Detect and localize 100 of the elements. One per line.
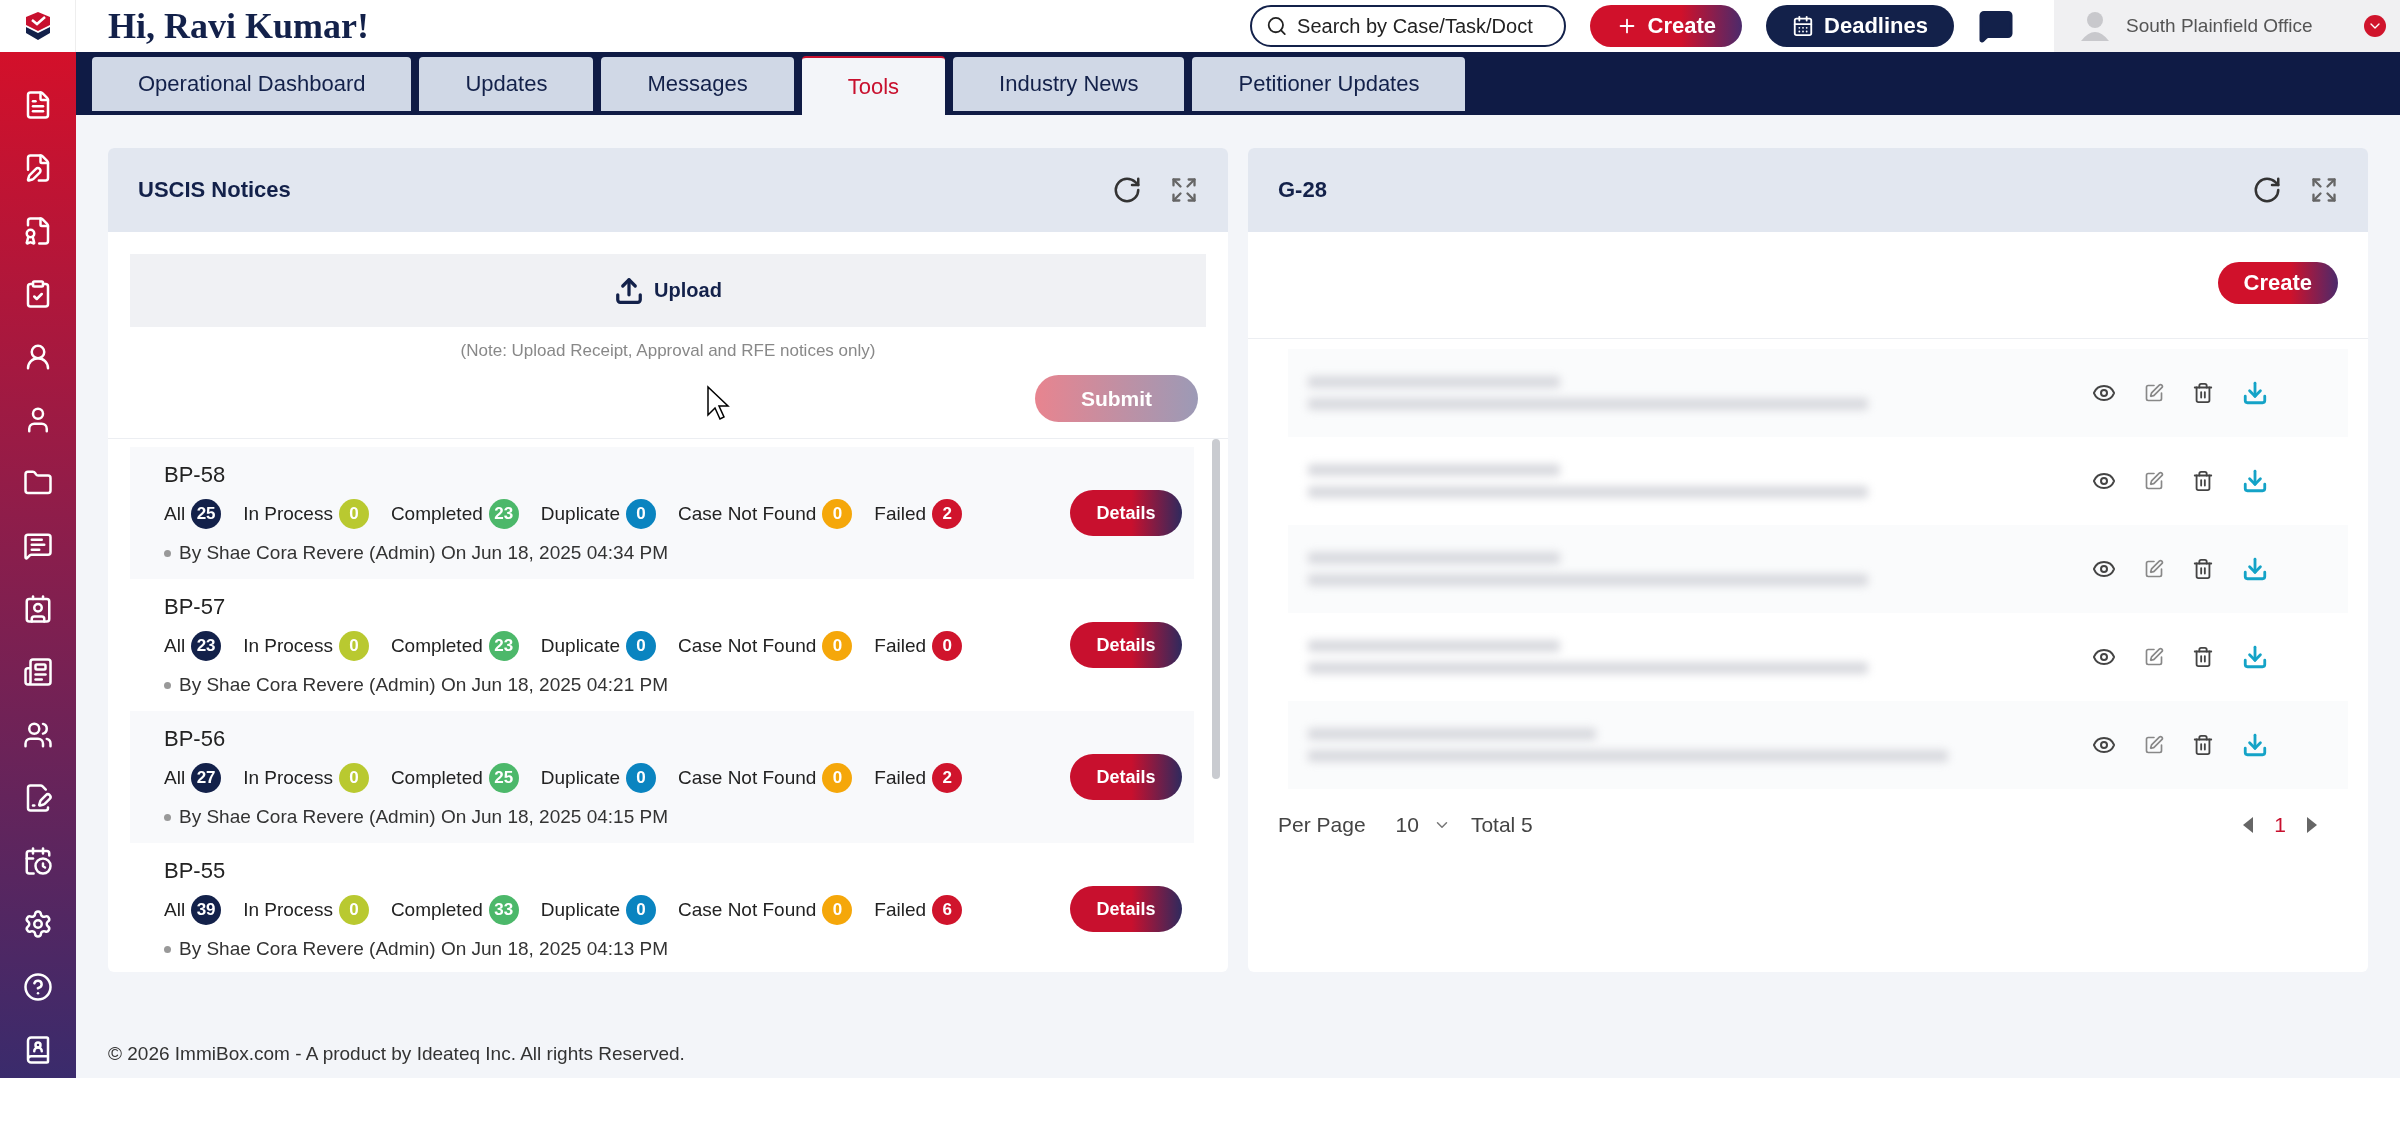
create-button[interactable]: Create	[2217, 262, 2338, 304]
count-badge: 23	[488, 499, 519, 529]
expand-icon[interactable]	[1170, 176, 1198, 204]
count-badge: 0	[338, 895, 369, 925]
batch-author-date: By Shae Cora Revere (Admin) On Jun 18, 2025 04:13 PM	[179, 938, 668, 961]
previous-page-icon[interactable]	[2242, 816, 2255, 834]
download-icon[interactable]	[2242, 380, 2268, 406]
edit-icon[interactable]	[2144, 647, 2164, 667]
count-label: Case Not Found	[678, 899, 817, 921]
chat-icon[interactable]	[1978, 8, 2014, 44]
count-badge: 0	[822, 763, 853, 793]
deadlines-button[interactable]: Deadlines	[1766, 5, 1954, 47]
batch-name: BP-58	[164, 461, 227, 488]
avatar-icon	[2078, 9, 2112, 43]
count-label: Case Not Found	[678, 767, 817, 789]
message-icon[interactable]	[23, 531, 53, 561]
delete-icon[interactable]	[2192, 734, 2214, 756]
office-label: South Plainfield Office	[2126, 15, 2314, 37]
count-badge: 0	[626, 631, 656, 661]
tab[interactable]: Updates	[419, 57, 594, 111]
count-label: In Process	[243, 503, 333, 525]
tab[interactable]: Petitioner Updates	[1192, 57, 1466, 111]
tab[interactable]: Messages	[601, 57, 794, 111]
batch-name: BP-55	[164, 857, 227, 884]
dropdown-caret-icon[interactable]	[2364, 15, 2386, 37]
count-badge: 2	[932, 763, 963, 793]
details-button[interactable]: Details	[1070, 754, 1182, 800]
upload-button[interactable]: Upload	[130, 254, 1206, 327]
bullet-dot	[164, 813, 171, 821]
refresh-icon[interactable]	[1112, 175, 1142, 205]
upload-icon	[614, 275, 645, 306]
count-badge: 0	[626, 895, 656, 925]
search-field[interactable]: Search by Case/Task/Doct	[1249, 5, 1566, 47]
contact-icon[interactable]	[23, 594, 53, 624]
details-button[interactable]: Details	[1070, 886, 1182, 932]
create-button[interactable]: Create	[1589, 5, 1743, 47]
edit-icon[interactable]	[2144, 735, 2164, 755]
count-badge: 0	[626, 763, 656, 793]
count-label: All	[164, 899, 186, 921]
count-badge: 33	[488, 895, 519, 925]
people-icon[interactable]	[23, 720, 53, 750]
count-label: Case Not Found	[678, 635, 817, 657]
calendar-clock-icon[interactable]	[23, 846, 53, 876]
count-badge: 25	[488, 763, 519, 793]
count-badge: 23	[488, 631, 519, 661]
scrollbar-thumb[interactable]	[1212, 439, 1220, 779]
count-label: Duplicate	[540, 767, 620, 789]
count-label: Failed	[874, 767, 927, 789]
expand-icon[interactable]	[2310, 176, 2338, 204]
delete-icon[interactable]	[2192, 470, 2214, 492]
batch-author-date: By Shae Cora Revere (Admin) On Jun 18, 2025 04:15 PM	[179, 806, 668, 829]
download-icon[interactable]	[2242, 732, 2268, 758]
upload-note: (Note: Upload Receipt, Approval and RFE notices only)	[459, 341, 877, 361]
count-label: In Process	[243, 899, 333, 921]
edit-icon[interactable]	[2144, 559, 2164, 579]
refresh-icon[interactable]	[2252, 175, 2282, 205]
details-button[interactable]: Details	[1070, 622, 1182, 668]
edit-icon[interactable]	[2144, 471, 2164, 491]
count-label: In Process	[243, 635, 333, 657]
delete-icon[interactable]	[2192, 558, 2214, 580]
download-icon[interactable]	[2242, 556, 2268, 582]
delete-icon[interactable]	[2192, 646, 2214, 668]
help-icon[interactable]	[23, 972, 53, 1002]
download-icon[interactable]	[2242, 468, 2268, 494]
count-badge: 0	[822, 631, 853, 661]
count-badge: 39	[191, 895, 222, 925]
tab[interactable]: Operational Dashboard	[92, 57, 412, 111]
count-badge: 0	[822, 895, 853, 925]
count-label: In Process	[243, 767, 333, 789]
delete-icon[interactable]	[2192, 382, 2214, 404]
edit-icon[interactable]	[2144, 383, 2164, 403]
count-label: Completed	[390, 503, 483, 525]
download-icon[interactable]	[2242, 644, 2268, 670]
bullet-dot	[164, 549, 171, 557]
tab[interactable]: Tools	[801, 56, 946, 115]
count-badge: 27	[191, 763, 222, 793]
per-page-select[interactable]: 10	[1395, 813, 1451, 837]
current-page[interactable]: 1	[2274, 813, 2286, 837]
count-label: Duplicate	[540, 899, 620, 921]
next-page-icon[interactable]	[2306, 816, 2318, 834]
batch-author-date: By Shae Cora Revere (Admin) On Jun 18, 2025 04:34 PM	[179, 542, 668, 565]
count-badge: 0	[338, 631, 369, 661]
newspaper-icon[interactable]	[23, 657, 53, 687]
count-label: Failed	[874, 635, 927, 657]
batch-name: BP-56	[164, 725, 227, 752]
count-label: Duplicate	[540, 503, 620, 525]
total-count: Total 5	[1470, 813, 1533, 837]
batch-name: BP-57	[164, 593, 227, 620]
count-badge: 0	[626, 499, 656, 529]
details-button[interactable]: Details	[1070, 490, 1182, 536]
batch-author-date: By Shae Cora Revere (Admin) On Jun 18, 2025 04:21 PM	[179, 674, 668, 697]
calendar-icon	[1792, 15, 1815, 37]
count-label: Completed	[390, 899, 483, 921]
count-label: Case Not Found	[678, 503, 817, 525]
tab[interactable]: Industry News	[953, 57, 1185, 111]
settings-icon[interactable]	[23, 909, 53, 939]
count-badge: 2	[932, 499, 963, 529]
count-label: All	[164, 635, 186, 657]
bullet-dot	[164, 681, 171, 689]
panel-title: USCIS Notices	[138, 177, 292, 203]
